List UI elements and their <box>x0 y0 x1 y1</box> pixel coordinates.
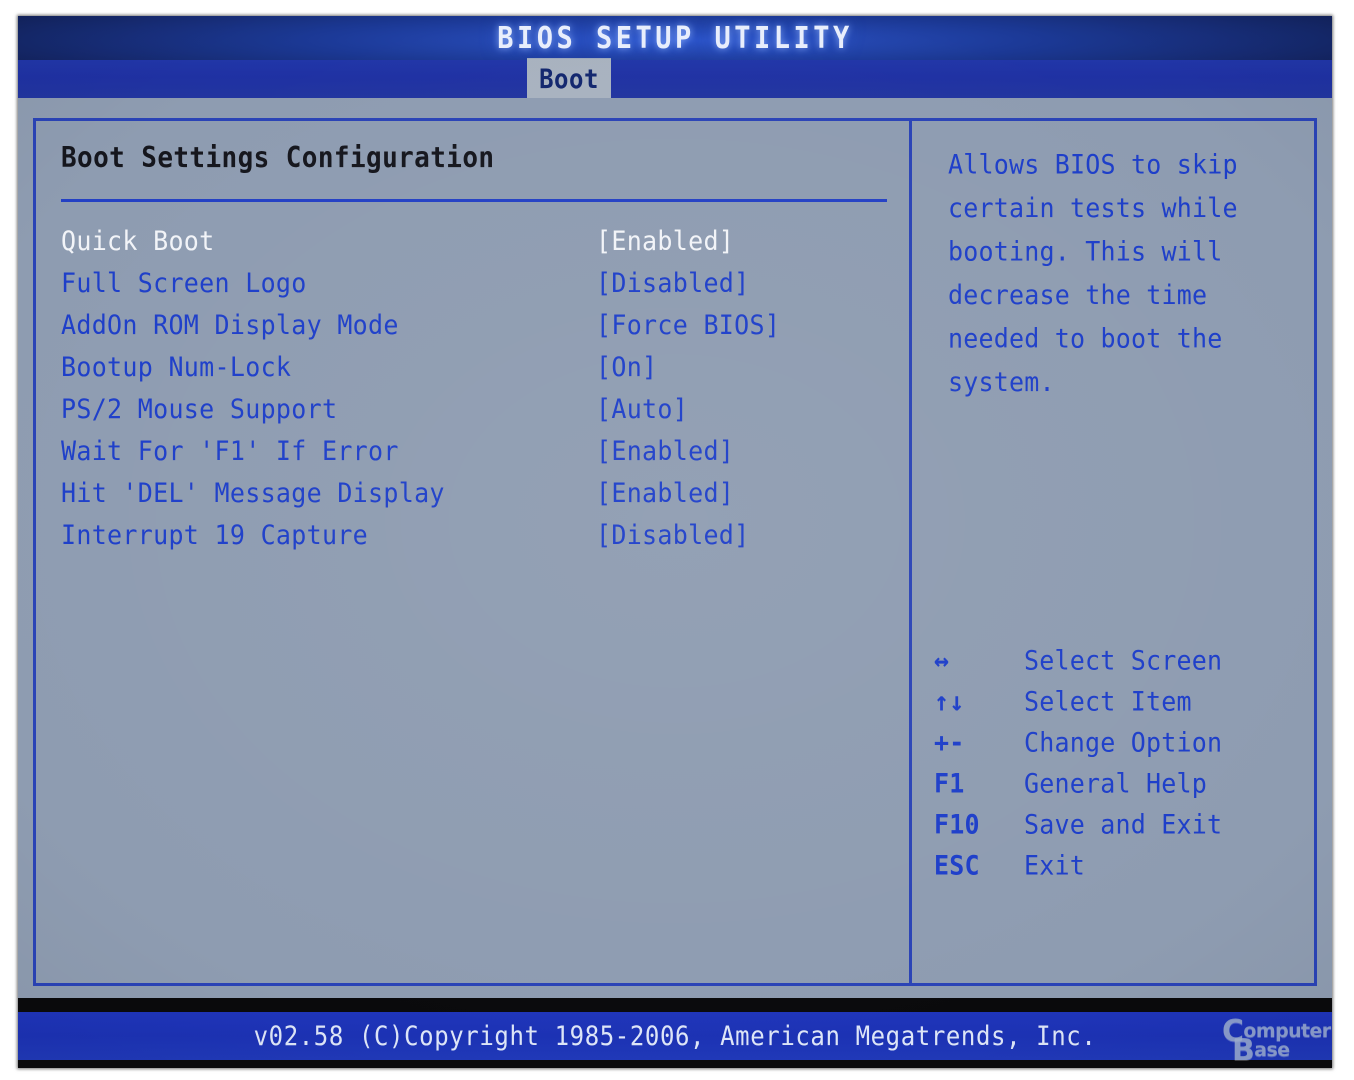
setting-label: Hit 'DEL' Message Display <box>61 477 445 509</box>
legend-description: Save and Exit <box>1024 809 1223 840</box>
setting-row[interactable]: PS/2 Mouse Support [Auto] <box>61 393 899 438</box>
section-title: Boot Settings Configuration <box>61 141 495 175</box>
tab-boot[interactable]: Boot <box>527 58 611 100</box>
setting-label: Full Screen Logo <box>61 267 307 299</box>
legend-description: Select Item <box>1024 686 1192 717</box>
legend-row: +- Change Option <box>926 727 1306 770</box>
setting-value[interactable]: [On] <box>596 351 657 382</box>
setting-label: Wait For 'F1' If Error <box>61 435 399 467</box>
legend-row: F10 Save and Exit <box>926 809 1306 852</box>
esc-key-icon: ESC <box>934 850 980 881</box>
up-down-arrow-icon: ↑↓ <box>934 686 965 717</box>
f1-key-icon: F1 <box>934 768 965 799</box>
setting-row[interactable]: AddOn ROM Display Mode [Force BIOS] <box>61 309 899 354</box>
legend-description: Exit <box>1024 850 1086 881</box>
legend-row: F1 General Help <box>926 768 1306 811</box>
footer-bar: v02.58 (C)Copyright 1985-2006, American … <box>18 1012 1332 1060</box>
legend-description: Select Screen <box>1024 645 1223 676</box>
setting-row[interactable]: Quick Boot [Enabled] <box>61 225 899 270</box>
page-title: BIOS SETUP UTILITY <box>497 20 853 56</box>
setting-row[interactable]: Wait For 'F1' If Error [Enabled] <box>61 435 899 480</box>
setting-value[interactable]: [Enabled] <box>596 477 734 508</box>
content-panel: Boot Settings Configuration Quick Boot [E… <box>33 118 1317 986</box>
plus-minus-icon: +- <box>934 727 965 758</box>
setting-value[interactable]: [Enabled] <box>596 435 734 466</box>
setting-value[interactable]: [Enabled] <box>596 225 734 256</box>
legend-description: General Help <box>1024 768 1208 799</box>
bios-screen-photo: BIOS SETUP UTILITY Boot Boot Settings Co… <box>18 16 1332 1068</box>
setting-value[interactable]: [Disabled] <box>596 519 750 550</box>
setting-row[interactable]: Bootup Num-Lock [On] <box>61 351 899 396</box>
setting-row[interactable]: Hit 'DEL' Message Display [Enabled] <box>61 477 899 522</box>
left-right-arrow-icon: ↔ <box>934 645 950 676</box>
setting-value[interactable]: [Auto] <box>596 393 688 424</box>
title-bar: BIOS SETUP UTILITY <box>18 16 1332 60</box>
help-column: Allows BIOS to skip certain tests while … <box>912 121 1314 983</box>
settings-list: Quick Boot [Enabled] Full Screen Logo [Disa… <box>61 225 899 561</box>
setting-value[interactable]: [Disabled] <box>596 267 750 298</box>
setting-label: Quick Boot <box>61 225 215 257</box>
help-text: Allows BIOS to skip certain tests while … <box>948 149 1238 398</box>
setting-label: Bootup Num-Lock <box>61 351 292 383</box>
setting-label: PS/2 Mouse Support <box>61 393 338 425</box>
setting-row[interactable]: Full Screen Logo [Disabled] <box>61 267 899 312</box>
legend-description: Change Option <box>1024 727 1223 758</box>
settings-column: Boot Settings Configuration Quick Boot [E… <box>36 121 909 983</box>
key-legend: ↔ Select Screen ↑↓ Select Item +- Change Opti… <box>926 645 1306 891</box>
setting-row[interactable]: Interrupt 19 Capture [Disabled] <box>61 519 899 564</box>
section-divider <box>61 199 887 202</box>
f10-key-icon: F10 <box>934 809 980 840</box>
copyright-text: v02.58 (C)Copyright 1985-2006, American … <box>253 1020 1097 1052</box>
legend-row: ↔ Select Screen <box>926 645 1306 688</box>
menu-bar: Boot <box>18 58 1332 100</box>
setting-label: AddOn ROM Display Mode <box>61 309 399 341</box>
setting-label: Interrupt 19 Capture <box>61 519 369 551</box>
legend-row: ↑↓ Select Item <box>926 686 1306 729</box>
setting-value[interactable]: [Force BIOS] <box>596 309 780 340</box>
screen-body: Boot Settings Configuration Quick Boot [E… <box>18 98 1332 998</box>
legend-row: ESC Exit <box>926 850 1306 893</box>
